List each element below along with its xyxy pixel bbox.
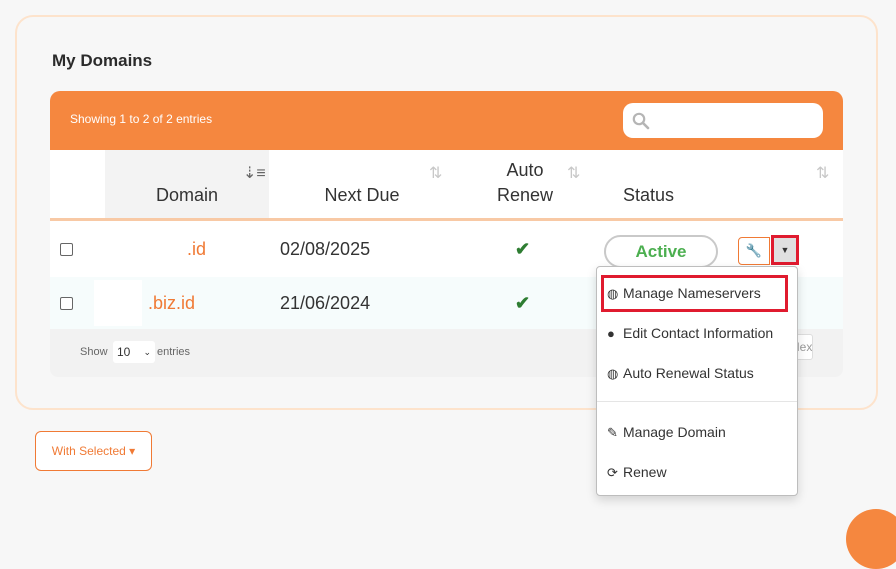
- menu-divider: [597, 401, 797, 402]
- header-domain[interactable]: ⇣≡ Domain: [105, 150, 269, 218]
- menu-item-auto-renewal[interactable]: ◍ Auto Renewal Status: [607, 362, 754, 384]
- search-icon: [632, 112, 650, 130]
- row-checkbox[interactable]: [60, 297, 73, 310]
- user-icon: ●: [607, 326, 615, 341]
- wrench-icon: 🔧: [745, 243, 763, 258]
- next-due-date: 02/08/2025: [280, 239, 371, 259]
- header-next-due-label: Next Due: [324, 185, 400, 205]
- menu-item-renew[interactable]: ⟳ Renew: [607, 461, 667, 483]
- header-domain-label: Domain: [155, 185, 219, 205]
- search-box[interactable]: [623, 103, 823, 138]
- search-input[interactable]: [657, 110, 813, 132]
- dropdown-toggle[interactable]: ▼: [771, 235, 799, 265]
- globe-icon: ◍: [607, 366, 619, 381]
- chevron-down-icon: ⌄: [143, 347, 151, 357]
- sort-icon: ⇅: [816, 165, 830, 182]
- show-label: Show: [80, 346, 108, 358]
- menu-item-edit-contact[interactable]: ● Edit Contact Information: [607, 322, 773, 344]
- page-length-select[interactable]: 10 ⌄: [113, 341, 155, 363]
- page-length-value: 10: [117, 345, 131, 359]
- row-checkbox[interactable]: [60, 243, 73, 256]
- table-header: ⇣≡ Domain ⇅ Next Due ⇅ Auto Renew ⇅ Stat…: [50, 150, 843, 221]
- menu-item-manage-domain[interactable]: ✎ Manage Domain: [607, 421, 726, 443]
- status-badge: Active: [604, 235, 718, 268]
- table-toolbar: Showing 1 to 2 of 2 entries: [50, 91, 843, 150]
- with-selected-button[interactable]: With Selected ▾: [35, 431, 152, 471]
- pencil-icon: ✎: [607, 425, 618, 440]
- header-next-due[interactable]: ⇅ Next Due: [269, 150, 455, 218]
- header-select: [50, 150, 105, 218]
- floating-action-button[interactable]: [846, 509, 896, 569]
- wrench-button[interactable]: 🔧: [738, 237, 770, 265]
- redacted-block: [94, 280, 142, 326]
- card-title: My Domains: [52, 51, 153, 70]
- refresh-icon: ⟳: [607, 465, 618, 480]
- header-status[interactable]: ⇅ Status: [595, 150, 843, 218]
- next-due-date: 21/06/2024: [280, 293, 371, 313]
- table-info: Showing 1 to 2 of 2 entries: [70, 112, 213, 126]
- domain-link[interactable]: .id: [187, 239, 206, 260]
- domain-link[interactable]: .biz.id: [148, 293, 195, 314]
- globe-icon: ◍: [607, 286, 619, 301]
- header-auto-renew[interactable]: ⇅ Auto Renew: [455, 150, 595, 218]
- check-icon: ✔: [515, 293, 531, 313]
- sort-desc-icon: ⇣≡: [243, 165, 266, 182]
- caret-down-icon: ▼: [780, 245, 790, 255]
- actions-dropdown-menu: ◍ Manage Nameservers ● Edit Contact Inform…: [596, 266, 798, 496]
- entries-label: entries: [157, 346, 191, 358]
- sort-icon: ⇅: [429, 165, 443, 182]
- check-icon: ✔: [515, 239, 531, 259]
- menu-item-manage-nameservers[interactable]: ◍ Manage Nameservers: [601, 275, 788, 312]
- header-auto-renew-label: Auto Renew: [496, 160, 554, 205]
- header-status-label: Status: [623, 185, 675, 205]
